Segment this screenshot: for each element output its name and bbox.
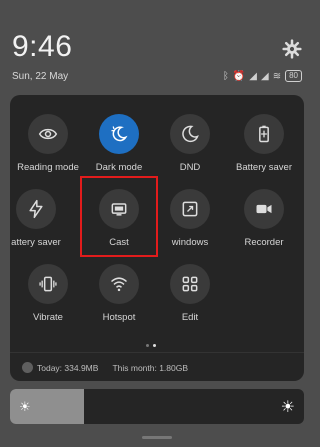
tile-battery-saver[interactable]: Battery saver xyxy=(227,114,301,173)
tile-vibrate[interactable]: Vibrate xyxy=(11,264,85,323)
tile-hotspot[interactable]: Hotspot xyxy=(82,264,156,323)
hotspot-icon xyxy=(99,264,139,304)
page-indicator xyxy=(146,344,156,347)
tile-label: Hotspot xyxy=(102,312,136,323)
signal-icon: ◢ xyxy=(249,70,257,82)
tile-label: Edit xyxy=(181,312,199,323)
tile-attery-saver[interactable]: attery saver xyxy=(0,189,73,248)
tile-label: S xyxy=(286,237,320,248)
tile-label: attery saver xyxy=(11,237,61,248)
eye-icon xyxy=(28,114,68,154)
tile-reading-mode[interactable]: Reading mode xyxy=(11,114,85,173)
tile-windows[interactable]: windows xyxy=(153,189,227,248)
data-month: This month: 1.80GB xyxy=(112,362,189,373)
tile-label: Vibrate xyxy=(33,312,63,323)
brightness-low-icon: ☀ xyxy=(19,399,31,414)
tile-edit[interactable]: Edit xyxy=(153,264,227,323)
floating-window-icon xyxy=(170,189,210,229)
battery-icon xyxy=(244,114,284,154)
status-icons: ᛒ ⏰ ◢ ◢ ≋ 80 xyxy=(223,70,302,82)
bluetooth-icon: ᛒ xyxy=(222,70,229,82)
signal-icon-2: ◢ xyxy=(261,70,269,82)
brightness-high-icon: ☀ xyxy=(280,399,295,416)
date: Sun, 22 May xyxy=(12,71,69,82)
dark-mode-icon xyxy=(99,114,139,154)
tile-label: Battery saver xyxy=(236,162,292,173)
tile-label: Dark mode xyxy=(95,162,143,173)
moon-icon xyxy=(170,114,210,154)
brightness-slider[interactable]: ☀ ☀ xyxy=(10,389,304,424)
alarm-icon: ⏰ xyxy=(232,70,246,82)
bolt-icon xyxy=(16,189,56,229)
data-usage-row[interactable]: Today: 334.9MB This month: 1.80GB xyxy=(10,352,304,382)
vibrate-icon xyxy=(28,264,68,304)
wifi-icon: ≋ xyxy=(272,70,282,82)
recorder-icon xyxy=(244,189,284,229)
cast-highlight-box xyxy=(80,176,158,257)
tile-label: DND xyxy=(179,162,201,173)
time: 9:46 xyxy=(12,30,73,63)
tile-label: Reading mode xyxy=(17,162,79,173)
page-dot xyxy=(146,344,149,347)
tile-dark-mode[interactable]: Dark mode xyxy=(82,114,156,173)
tile-dnd[interactable]: DND xyxy=(153,114,227,173)
tile-s[interactable]: S xyxy=(286,189,320,248)
gear-icon[interactable] xyxy=(282,39,302,59)
battery-indicator: 80 xyxy=(285,70,302,82)
page-dot-active xyxy=(153,344,156,347)
grid-icon xyxy=(170,264,210,304)
data-today: Today: 334.9MB xyxy=(37,362,99,373)
tile-label: windows xyxy=(171,237,209,248)
drag-handle[interactable] xyxy=(142,436,172,439)
data-usage-icon xyxy=(22,362,33,373)
